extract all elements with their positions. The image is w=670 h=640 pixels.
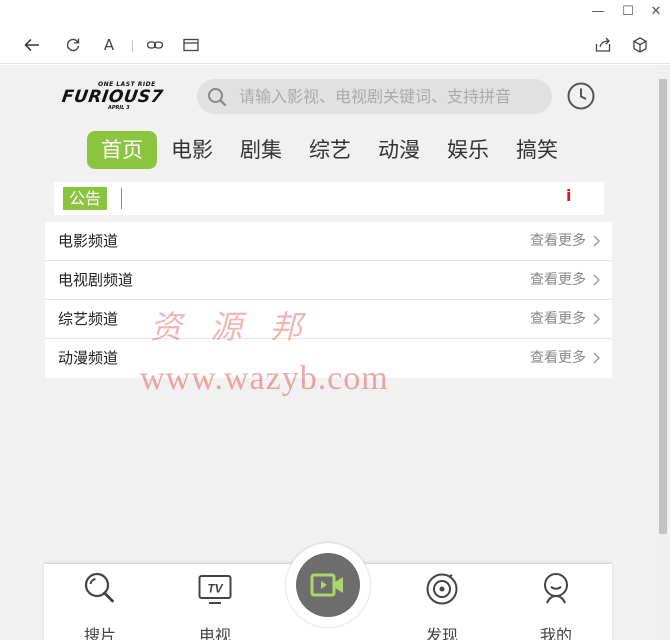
notice-info-mark: i: [566, 186, 572, 205]
user-icon: [544, 573, 568, 604]
search-icon[interactable]: [207, 87, 227, 107]
channel-row-movies[interactable]: 电影频道 查看更多: [45, 222, 612, 261]
cube-icon: [633, 37, 647, 53]
chevron-right-icon: [593, 313, 600, 325]
channel-row-tv[interactable]: 电视剧频道 查看更多: [45, 261, 612, 300]
scrollbar-thumb[interactable]: [659, 79, 667, 534]
notice-bar[interactable]: 公告 i: [54, 182, 604, 215]
watermark-text: 资源邦: [150, 308, 331, 346]
window-titlebar: — ☐ ✕: [0, 0, 670, 26]
chevron-right-icon: [593, 235, 600, 247]
tab-discover[interactable]: 发现: [412, 570, 472, 640]
channel-title: 电视剧频道: [58, 271, 134, 289]
tab-funny[interactable]: 搞笑: [511, 131, 563, 169]
discover-icon: [426, 573, 458, 605]
refresh-button[interactable]: [61, 33, 85, 57]
share-button[interactable]: [591, 33, 615, 57]
tab-tv[interactable]: TV 电视: [185, 570, 245, 640]
tab-anime[interactable]: 动漫: [373, 131, 425, 169]
reader-button[interactable]: [179, 33, 203, 57]
tab-variety[interactable]: 综艺: [304, 131, 356, 169]
history-clock-icon[interactable]: [566, 81, 596, 111]
tab-label: 我的: [539, 626, 572, 640]
close-button[interactable]: ✕: [640, 0, 670, 24]
site-logo[interactable]: ONE LAST RIDE FURIOUS7 APRIL 3: [60, 81, 186, 111]
site-header: ONE LAST RIDE FURIOUS7 APRIL 3: [44, 65, 612, 129]
watermark-url: www.wazyb.com: [140, 360, 389, 397]
center-video-button[interactable]: [286, 543, 370, 627]
tv-icon: TV: [198, 575, 232, 604]
tv-icon-text: TV: [207, 582, 223, 596]
logo-title: FURIOUS7: [60, 87, 165, 107]
minimize-button[interactable]: —: [582, 0, 614, 24]
page-scrollbar[interactable]: [656, 65, 670, 640]
toolbar-divider: [132, 40, 133, 52]
reader-icon: [183, 38, 199, 52]
view-more-link[interactable]: 查看更多: [530, 222, 586, 261]
video-camera-icon: [310, 573, 343, 597]
tab-series[interactable]: 剧集: [235, 131, 287, 169]
channel-title: 电影频道: [58, 232, 119, 250]
chevron-right-icon: [593, 352, 600, 364]
tab-label: 电视: [198, 626, 231, 640]
browser-toolbar: A: [0, 26, 670, 64]
link-icon: [146, 41, 164, 49]
bottom-tab-bar: 搜片 TV 电视 发现 我的: [44, 543, 612, 640]
tab-label: 发现: [425, 626, 458, 640]
tab-entertainment[interactable]: 娱乐: [442, 131, 494, 169]
share-icon: [595, 37, 611, 52]
notice-divider: [121, 188, 122, 209]
tab-movies[interactable]: 电影: [166, 131, 218, 169]
refresh-icon: [66, 38, 80, 52]
back-button[interactable]: [20, 33, 44, 57]
tab-label: 搜片: [83, 626, 116, 640]
view-more-link[interactable]: 查看更多: [530, 339, 586, 378]
search-input[interactable]: [239, 79, 544, 114]
view-more-link[interactable]: 查看更多: [530, 261, 586, 300]
channel-title: 动漫频道: [58, 349, 119, 367]
tab-search-movies[interactable]: 搜片: [70, 570, 130, 640]
search-icon: [84, 572, 114, 603]
link-button[interactable]: [143, 33, 167, 57]
tab-home[interactable]: 首页: [87, 131, 157, 169]
logo-date: APRIL 3: [108, 105, 130, 111]
chevron-right-icon: [593, 274, 600, 286]
back-arrow-icon: [24, 38, 39, 52]
tab-mine[interactable]: 我的: [526, 570, 586, 640]
center-button-inner: [296, 553, 360, 617]
extensions-button[interactable]: [628, 33, 652, 57]
font-icon: A: [103, 36, 115, 54]
view-more-link[interactable]: 查看更多: [530, 300, 586, 339]
font-button[interactable]: A: [97, 33, 121, 57]
channel-title: 综艺频道: [58, 310, 119, 328]
notice-badge: 公告: [63, 187, 107, 210]
category-nav: 首页 电影 剧集 综艺 动漫 娱乐 搞笑: [54, 131, 612, 173]
search-box: [197, 79, 552, 114]
channel-list: 电影频道 查看更多 电视剧频道 查看更多 综艺频道 查看更多 动漫频道 查看更多: [45, 222, 612, 378]
